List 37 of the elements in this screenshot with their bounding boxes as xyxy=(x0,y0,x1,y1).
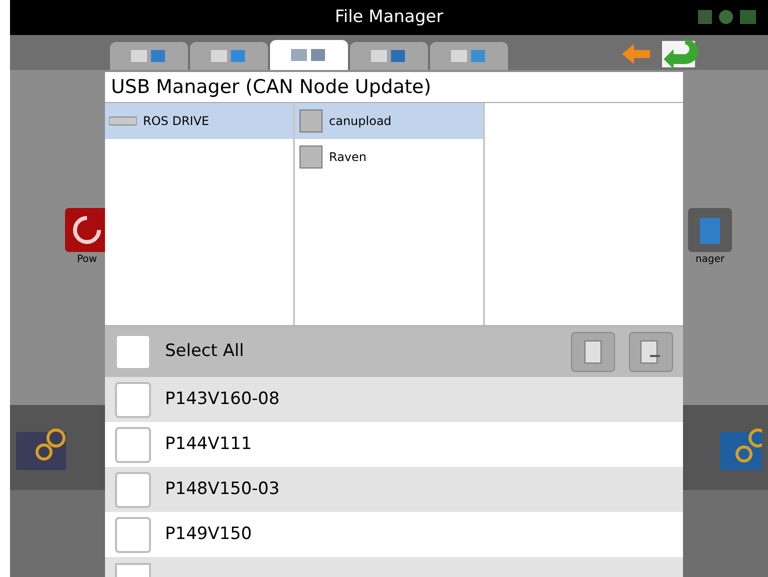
app-label: Pow xyxy=(77,253,97,267)
dialog-title: USB Manager (CAN Node Update) xyxy=(111,74,432,100)
file-row[interactable]: P148V150-03 xyxy=(105,467,683,512)
file-name: P148V150-03 xyxy=(165,478,280,501)
document-icon xyxy=(584,340,602,364)
file-name: P144V111 xyxy=(165,432,252,456)
checkbox[interactable] xyxy=(115,516,151,552)
file-name: P149V150 xyxy=(165,522,252,546)
tab[interactable] xyxy=(110,42,188,70)
checkbox[interactable] xyxy=(115,334,151,370)
back-arrow-icon[interactable] xyxy=(620,42,652,66)
folder-item[interactable]: ROS DRIVE xyxy=(105,102,293,139)
checkbox[interactable] xyxy=(115,426,151,462)
drive-icon xyxy=(109,114,137,127)
folder-label: ROS DRIVE xyxy=(143,112,210,130)
checkbox[interactable] xyxy=(115,382,151,418)
folder-item[interactable]: canupload xyxy=(295,102,483,139)
app-label: nager xyxy=(695,253,725,267)
select-all-label: Select All xyxy=(165,340,245,364)
file-name: P143V160-08 xyxy=(165,388,280,411)
window-title: File Manager xyxy=(334,6,444,29)
folder-icon xyxy=(299,144,323,169)
status-icon xyxy=(698,8,758,26)
folder-label: Raven xyxy=(329,148,367,166)
document-arrow-icon xyxy=(640,340,662,364)
tab[interactable] xyxy=(270,40,348,70)
folder-icon xyxy=(299,108,323,133)
folder-label: canupload xyxy=(329,112,392,130)
tab[interactable] xyxy=(350,42,428,70)
move-button[interactable] xyxy=(629,332,673,372)
manager-icon xyxy=(688,208,732,252)
checkbox[interactable] xyxy=(115,472,151,508)
copy-button[interactable] xyxy=(571,332,615,372)
tab[interactable] xyxy=(430,42,508,70)
file-row[interactable]: P143V160-08 xyxy=(105,377,683,422)
tab[interactable] xyxy=(190,42,268,70)
checkbox[interactable] xyxy=(115,563,151,577)
